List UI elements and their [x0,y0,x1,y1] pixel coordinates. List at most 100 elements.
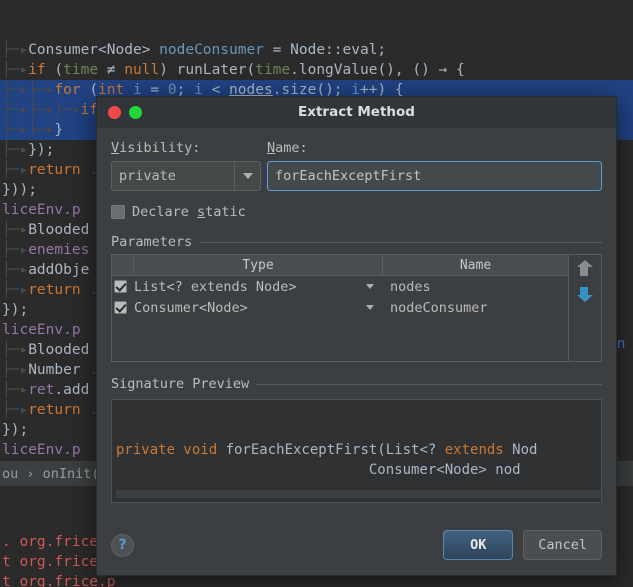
parameters-group-title: Parameters [111,234,192,250]
screen: ├─▸Consumer<Node> nodeConsumer = Node::e… [0,0,633,587]
code-token: }); [28,142,55,158]
table-row[interactable]: List<? extends Node> nodes [112,276,568,297]
code-token: ( [54,62,64,78]
code-token: ≠ [98,62,125,78]
parameters-table[interactable]: Type Name List<? extends Node> nodes Consu… [111,254,569,362]
row-type-cell[interactable]: List<? extends Node> [134,279,383,295]
dialog-body: Visibility: Name: private Declare static [97,128,616,515]
code-token: Node::eval; [290,42,387,58]
indent-guide-icon: ├─▸ [2,262,29,278]
signature-line: private void forEachExceptFirst(List<? e… [112,440,601,460]
parameters-table-wrapper: Type Name List<? extends Node> nodes Consu… [111,254,602,362]
code-token: liceEnv.p [2,442,81,458]
signature-token: Consumer<Node> nod [116,462,521,478]
parameters-divider [199,241,602,243]
signature-preview-box[interactable]: private void forEachExceptFirst(List<? e… [111,399,602,503]
signature-token: Nod [512,442,538,458]
code-token: Consumer<Node> [28,42,160,58]
code-token: addObje [28,262,90,278]
declare-static-label-pre: Declare [132,204,198,220]
column-header-type[interactable]: Type [134,255,383,275]
indent-guide-icon: ├─▸ [2,402,29,418]
visibility-dropdown-button[interactable] [234,162,260,190]
row-checkbox[interactable] [114,280,127,293]
row-checkbox[interactable] [114,301,127,314]
row-name-cell[interactable]: nodes [383,279,568,295]
indent-guide-icon: ├─▸ [2,222,29,238]
column-header-name[interactable]: Name [383,255,568,275]
code-token: .longValue(), () → { [290,62,465,78]
visibility-label-mnemonic: V [111,140,120,156]
dialog-title: Extract Method [298,104,415,120]
code-token: ) runLater( [159,62,256,78]
signature-preview-lines: private void forEachExceptFirst(List<? e… [112,440,601,480]
extract-method-dialog: Extract Method Visibility: Name: private… [96,96,617,576]
signature-preview-scrollbar[interactable] [116,490,601,498]
indent-guide-icon: ├─▸ [2,362,29,378]
parameters-group: Parameters Type Name List<? extends Node… [111,234,602,362]
code-token: Blooded [28,222,90,238]
parameters-table-body: List<? extends Node> nodes Consumer<Node> n… [112,276,568,361]
row-name-cell[interactable]: nodeConsumer [383,300,568,316]
maximize-icon[interactable] [129,105,142,119]
parameter-move-buttons [569,254,602,362]
signature-preview-header: Signature Preview [111,376,602,392]
chevron-down-icon [242,173,253,179]
dialog-titlebar[interactable]: Extract Method [97,97,616,128]
row-type-text: List<? extends Node> [134,278,297,295]
window-controls [108,105,142,119]
dialog-footer: ? OK Cancel [97,515,616,575]
code-token: nodeConsumer [159,42,264,58]
row-type-cell[interactable]: Consumer<Node> [134,300,383,316]
chevron-down-icon[interactable] [366,305,374,310]
code-token: .add [54,382,90,398]
indent-guide-icon: ├─▸├─▸ [2,122,55,138]
row-checkbox-cell[interactable] [112,280,134,293]
code-token: return [28,282,90,298]
code-token: return [28,162,90,178]
indent-guide-icon: ├─▸ [2,282,29,298]
declare-static-label: Declare static [132,204,246,220]
indent-guide-icon: ├─▸ [2,142,29,158]
help-icon[interactable]: ? [111,533,134,557]
code-token: })); [2,182,37,198]
row-type-text: Consumer<Node> [134,299,248,316]
code-token: liceEnv.p [2,322,81,338]
declare-static-row[interactable]: Declare static [111,204,602,220]
name-label-rest: ame: [275,140,308,156]
signature-line: Consumer<Node> nod [112,460,601,480]
move-up-icon[interactable] [577,260,593,278]
declare-static-label-post: tatic [205,204,246,220]
method-name-input[interactable] [267,161,602,191]
visibility-label-rest: isibility: [119,140,201,156]
indent-guide-icon: ├─▸├─▸├─▸ [2,102,81,118]
indent-guide-icon: ├─▸ [2,342,29,358]
field-labels-row: Visibility: Name: [111,140,602,156]
name-label-mnemonic: N [267,140,276,156]
code-token: if [28,62,55,78]
parameters-label-rest: arameters [119,234,193,250]
indent-guide-icon: ├─▸├─▸ [2,82,55,98]
move-down-icon[interactable] [577,285,593,303]
signature-preview-divider [256,383,602,385]
parameters-label-mnemonic: P [111,234,120,250]
column-header-check[interactable] [112,255,134,275]
cancel-button[interactable]: Cancel [523,530,602,560]
table-row[interactable]: Consumer<Node> nodeConsumer [112,297,568,318]
signature-token: forEachExceptFirst(List<? [225,442,445,458]
ok-button[interactable]: OK [443,530,514,560]
declare-static-checkbox[interactable] [111,205,125,219]
signature-token: private void [116,442,226,458]
code-token: ret [28,382,55,398]
code-token: for [54,82,90,98]
code-token: time [63,62,99,78]
close-icon[interactable] [108,105,121,119]
indent-guide-icon: ├─▸ [2,162,29,178]
chevron-down-icon[interactable] [366,284,374,289]
indent-guide-icon: ├─▸ [2,382,29,398]
code-token: liceEnv.p [2,202,81,218]
editor-line: ├─▸if (time ≠ null) runLater(time.longVa… [0,60,633,80]
visibility-select[interactable]: private [111,161,261,191]
indent-guide-icon: ├─▸ [2,42,29,58]
row-checkbox-cell[interactable] [112,301,134,314]
